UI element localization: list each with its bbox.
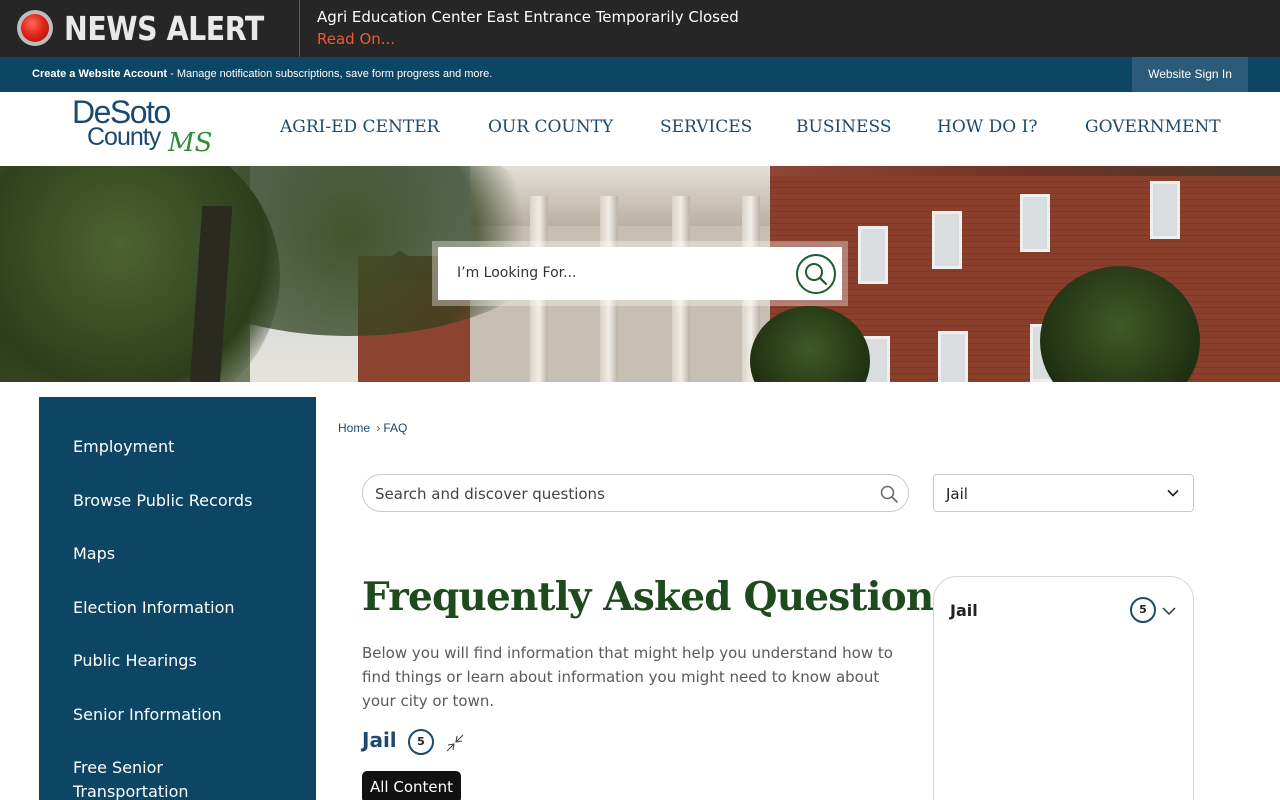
category-panel: Jail 5 (933, 576, 1194, 800)
sidebar-item-public-hearings[interactable]: Public Hearings (73, 649, 197, 673)
breadcrumb-current[interactable]: FAQ (383, 421, 407, 435)
sidebar-item-employment[interactable]: Employment (73, 435, 174, 459)
hero-window (1150, 181, 1180, 239)
all-content-button[interactable]: All Content (362, 771, 461, 800)
sidebar-item-free-senior-transportation[interactable]: Free Senior Transportation (73, 756, 189, 800)
site-search-input[interactable]: I’m Looking For... (457, 265, 577, 281)
alert-light-icon (17, 10, 53, 46)
search-icon[interactable] (880, 485, 898, 503)
create-account-link[interactable]: Create a Website Account (32, 68, 167, 80)
sidebar-item-election-information[interactable]: Election Information (73, 596, 235, 620)
nav-agri-ed-center[interactable]: AGRI-ED CENTER (280, 117, 439, 137)
account-bar-text: Create a Website Account - Manage notifi… (32, 68, 492, 80)
category-select[interactable]: Jail (933, 474, 1194, 512)
site-search: I’m Looking For... (432, 241, 848, 306)
news-alert-title: NEWS ALERT (64, 9, 264, 48)
breadcrumb: Home › FAQ (338, 421, 407, 435)
logo-county-text: County (87, 123, 161, 151)
site-search-button[interactable] (796, 254, 836, 294)
hero-window (938, 331, 968, 382)
category-count-badge: 5 (408, 729, 434, 755)
chevron-down-icon[interactable] (1162, 605, 1176, 617)
account-bar: Create a Website Account - Manage notifi… (0, 57, 1280, 92)
hero-window (1020, 194, 1050, 252)
category-heading: Jail (362, 728, 397, 752)
desoto-county-logo[interactable]: DeSoto County MS (72, 96, 212, 160)
breadcrumb-home[interactable]: Home (338, 421, 370, 435)
sidebar-nav: Employment Browse Public Records Maps El… (39, 397, 316, 800)
faq-search-input[interactable]: Search and discover questions (362, 474, 909, 512)
account-bar-description: - Manage notification subscriptions, sav… (167, 68, 493, 80)
site-header: DeSoto County MS AGRI-ED CENTER OUR COUN… (0, 92, 1280, 166)
nav-government[interactable]: GOVERNMENT (1085, 117, 1221, 137)
page-description: Below you will find information that mig… (362, 644, 893, 710)
nav-how-do-i[interactable]: HOW DO I? (937, 117, 1037, 137)
hero-tree (0, 166, 280, 382)
logo-ms-text: MS (168, 128, 213, 158)
news-alert-message[interactable]: Agri Education Center East Entrance Temp… (317, 8, 739, 26)
nav-services[interactable]: SERVICES (660, 117, 752, 137)
search-icon (805, 263, 828, 286)
hero-window (932, 211, 962, 269)
nav-business[interactable]: BUSINESS (796, 117, 891, 137)
category-panel-label[interactable]: Jail (950, 601, 978, 620)
faq-search-placeholder: Search and discover questions (375, 485, 605, 503)
sidebar-item-senior-information[interactable]: Senior Information (73, 703, 222, 727)
sidebar-item-maps[interactable]: Maps (73, 542, 115, 566)
news-alert-label-area: NEWS ALERT (0, 0, 300, 57)
category-panel-count-badge: 5 (1130, 597, 1156, 623)
news-alert-read-on-link[interactable]: Read On... (317, 30, 395, 48)
chevron-down-icon (1167, 489, 1179, 497)
site-search-box[interactable]: I’m Looking For... (438, 247, 842, 300)
breadcrumb-separator: › (376, 421, 381, 435)
collapse-arrows-icon[interactable] (446, 734, 464, 752)
hero-window (858, 226, 888, 284)
nav-our-county[interactable]: OUR COUNTY (488, 117, 613, 137)
website-sign-in-button[interactable]: Website Sign In (1132, 57, 1248, 92)
sidebar-item-browse-public-records[interactable]: Browse Public Records (73, 489, 252, 513)
news-alert-bar: NEWS ALERT Agri Education Center East En… (0, 0, 1280, 57)
category-select-value: Jail (946, 485, 968, 503)
page-title: Frequently Asked Questions (362, 574, 955, 620)
